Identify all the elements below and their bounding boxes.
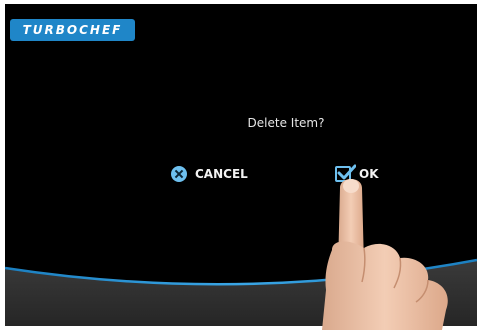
turbochef-logo: TURBOCHEF (10, 19, 135, 41)
close-circle-icon (171, 166, 187, 182)
cancel-button-label: CANCEL (195, 167, 248, 181)
pointing-hand-image (322, 179, 448, 330)
dialog-message: Delete Item? (247, 116, 325, 130)
cancel-button[interactable]: CANCEL (171, 166, 248, 182)
